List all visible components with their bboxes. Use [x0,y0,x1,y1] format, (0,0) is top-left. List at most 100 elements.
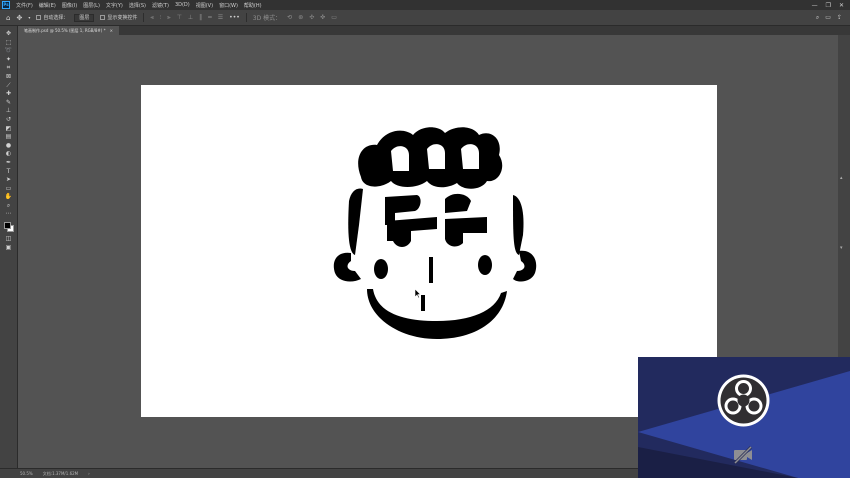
brush-tool-icon[interactable]: ✎ [2,99,16,108]
menu-layer[interactable]: 图层(L) [80,2,103,9]
marquee-tool-icon[interactable]: ⬚ [2,39,16,48]
hand-tool-icon[interactable]: ✋ [2,193,16,202]
document-canvas[interactable] [141,85,717,417]
align-right-icon[interactable]: ⫸ [167,14,170,22]
checkbox-box[interactable] [36,15,42,20]
head-side-right [513,195,524,255]
eye-block-right [445,217,487,247]
menu-file[interactable]: 文件(F) [13,2,36,9]
frame-tool-icon[interactable]: ⊠ [2,73,16,82]
auto-select-dropdown[interactable]: 图层 [74,13,95,22]
window-controls: — ❐ ✕ [812,2,850,9]
jaw-line [367,289,507,339]
zoom-tool-icon[interactable]: ⌕ [2,202,16,211]
slide-3d-icon[interactable]: ✜ [320,14,325,21]
mouse-cursor-icon [415,289,421,298]
menu-view[interactable]: 视图(V) [193,2,216,9]
brow-right [445,193,471,213]
pen-tool-icon[interactable]: ✒ [2,159,16,168]
color-swatches [3,221,15,233]
close-button[interactable]: ✕ [839,2,844,9]
shape-tool-icon[interactable]: ▭ [2,185,16,194]
search-icon[interactable]: ⌕ [816,14,819,22]
zoom-level[interactable]: 50.5% [20,471,33,476]
blur-tool-icon[interactable]: ● [2,142,16,151]
show-transform-checkbox[interactable]: 显示变换控件 [100,14,137,21]
options-right: ⌕ ▭ ⇪ [816,14,850,22]
document-tab-title: 笔画制作.psd @ 50.5% (图层 1, RGB/8#) * [24,28,106,33]
more-options-button[interactable]: ••• [229,14,240,21]
move-tool-icon[interactable]: ✥ [16,14,22,22]
distribute-spacing-icon[interactable]: ☰ [218,14,223,21]
path-select-icon[interactable]: ➤ [2,176,16,185]
menu-filter[interactable]: 滤镜(T) [149,2,172,9]
checkbox-box[interactable] [100,15,106,20]
distribute-h-icon[interactable]: ‖ [199,14,202,21]
mode-3d-label: 3D 模式： [252,15,282,22]
eraser-tool-icon[interactable]: ◩ [2,125,16,134]
orbit-3d-icon[interactable]: ⟲ [287,14,292,21]
maximize-button[interactable]: ❐ [826,2,831,9]
scale-3d-icon[interactable]: ▭ [331,14,337,21]
eye-block-left [387,217,437,247]
align-middle-icon[interactable]: ⊥ [188,14,193,21]
align-left-icon[interactable]: ⫷ [150,14,153,22]
auto-select-label: 自动选择： [43,15,69,21]
menu-window[interactable]: 窗口(W) [216,2,241,9]
menu-select[interactable]: 选择(S) [126,2,149,9]
show-transform-label: 显示变换控件 [107,15,138,21]
share-icon[interactable]: ⇪ [837,14,842,22]
divider [245,13,247,22]
status-menu-arrow[interactable]: › [88,471,90,476]
head-side-left [348,188,363,255]
document-tab-bar: 笔画制作.psd @ 50.5% (图层 1, RGB/8#) * × [18,26,850,35]
divider [143,13,145,22]
menu-help[interactable]: 帮助(H) [241,2,265,9]
history-brush-icon[interactable]: ↺ [2,116,16,125]
workspace-icon[interactable]: ▭ [825,14,831,22]
menu-type[interactable]: 文字(Y) [103,2,126,9]
mouth-line [421,295,425,311]
photoshop-window: Ps 文件(F) 编辑(E) 图像(I) 图层(L) 文字(Y) 选择(S) 滤… [0,0,850,478]
align-center-icon[interactable]: ⫶ [160,14,162,22]
distribute-v-icon[interactable]: ═ [208,14,212,21]
crop-tool-icon[interactable]: ⌗ [2,64,16,73]
hair-gap [391,144,479,171]
gradient-tool-icon[interactable]: ▤ [2,133,16,142]
eye-right [478,255,492,275]
scroll-down-icon[interactable]: ▾ [840,245,843,251]
stamp-tool-icon[interactable]: ⊥ [2,107,16,116]
menu-bar: Ps 文件(F) 编辑(E) 图像(I) 图层(L) 文字(Y) 选择(S) 滤… [0,0,850,10]
menu-3d[interactable]: 3D(D) [172,2,193,8]
lasso-tool-icon[interactable]: ➰ [2,47,16,56]
ear-left [333,252,361,282]
chevron-down-icon[interactable]: ▾ [28,14,30,22]
type-tool-icon[interactable]: T [2,168,16,177]
ear-right [513,250,537,282]
eyedropper-icon[interactable]: ⟋ [2,82,16,91]
auto-select-checkbox[interactable]: 自动选择： [36,14,68,21]
pan-3d-icon[interactable]: ✣ [309,14,314,21]
move-tool-icon[interactable]: ✥ [2,30,16,39]
home-icon[interactable]: ⌂ [6,14,10,22]
eye-left [374,259,388,279]
nose [429,257,433,283]
document-size: 文档:1.37M/1.62M [42,470,79,476]
quick-mask-icon[interactable]: ◫ [2,235,16,244]
healing-brush-icon[interactable]: ✚ [2,90,16,99]
tab-close-icon[interactable]: × [110,26,113,35]
edit-toolbar-icon[interactable]: ⋯ [2,210,16,219]
scroll-up-icon[interactable]: ▴ [840,175,843,181]
ps-logo-icon[interactable]: Ps [2,1,10,9]
screen-mode-icon[interactable]: ▣ [2,244,16,253]
dodge-tool-icon[interactable]: ◐ [2,150,16,159]
minimize-button[interactable]: — [812,2,818,9]
magic-wand-icon[interactable]: ✦ [2,56,16,65]
menu-image[interactable]: 图像(I) [59,2,80,9]
foreground-color-swatch[interactable] [3,222,11,230]
menu-edit[interactable]: 编辑(E) [36,2,59,9]
document-tab[interactable]: 笔画制作.psd @ 50.5% (图层 1, RGB/8#) * × [18,26,119,35]
align-top-icon[interactable]: ⊤ [177,14,182,21]
options-bar: ⌂ ✥ ▾ 自动选择： 图层 显示变换控件 ⫷ ⫶ ⫸ ⊤ ⊥ ‖ ═ ☰ ••… [0,10,850,26]
roll-3d-icon[interactable]: ⊛ [298,14,303,21]
